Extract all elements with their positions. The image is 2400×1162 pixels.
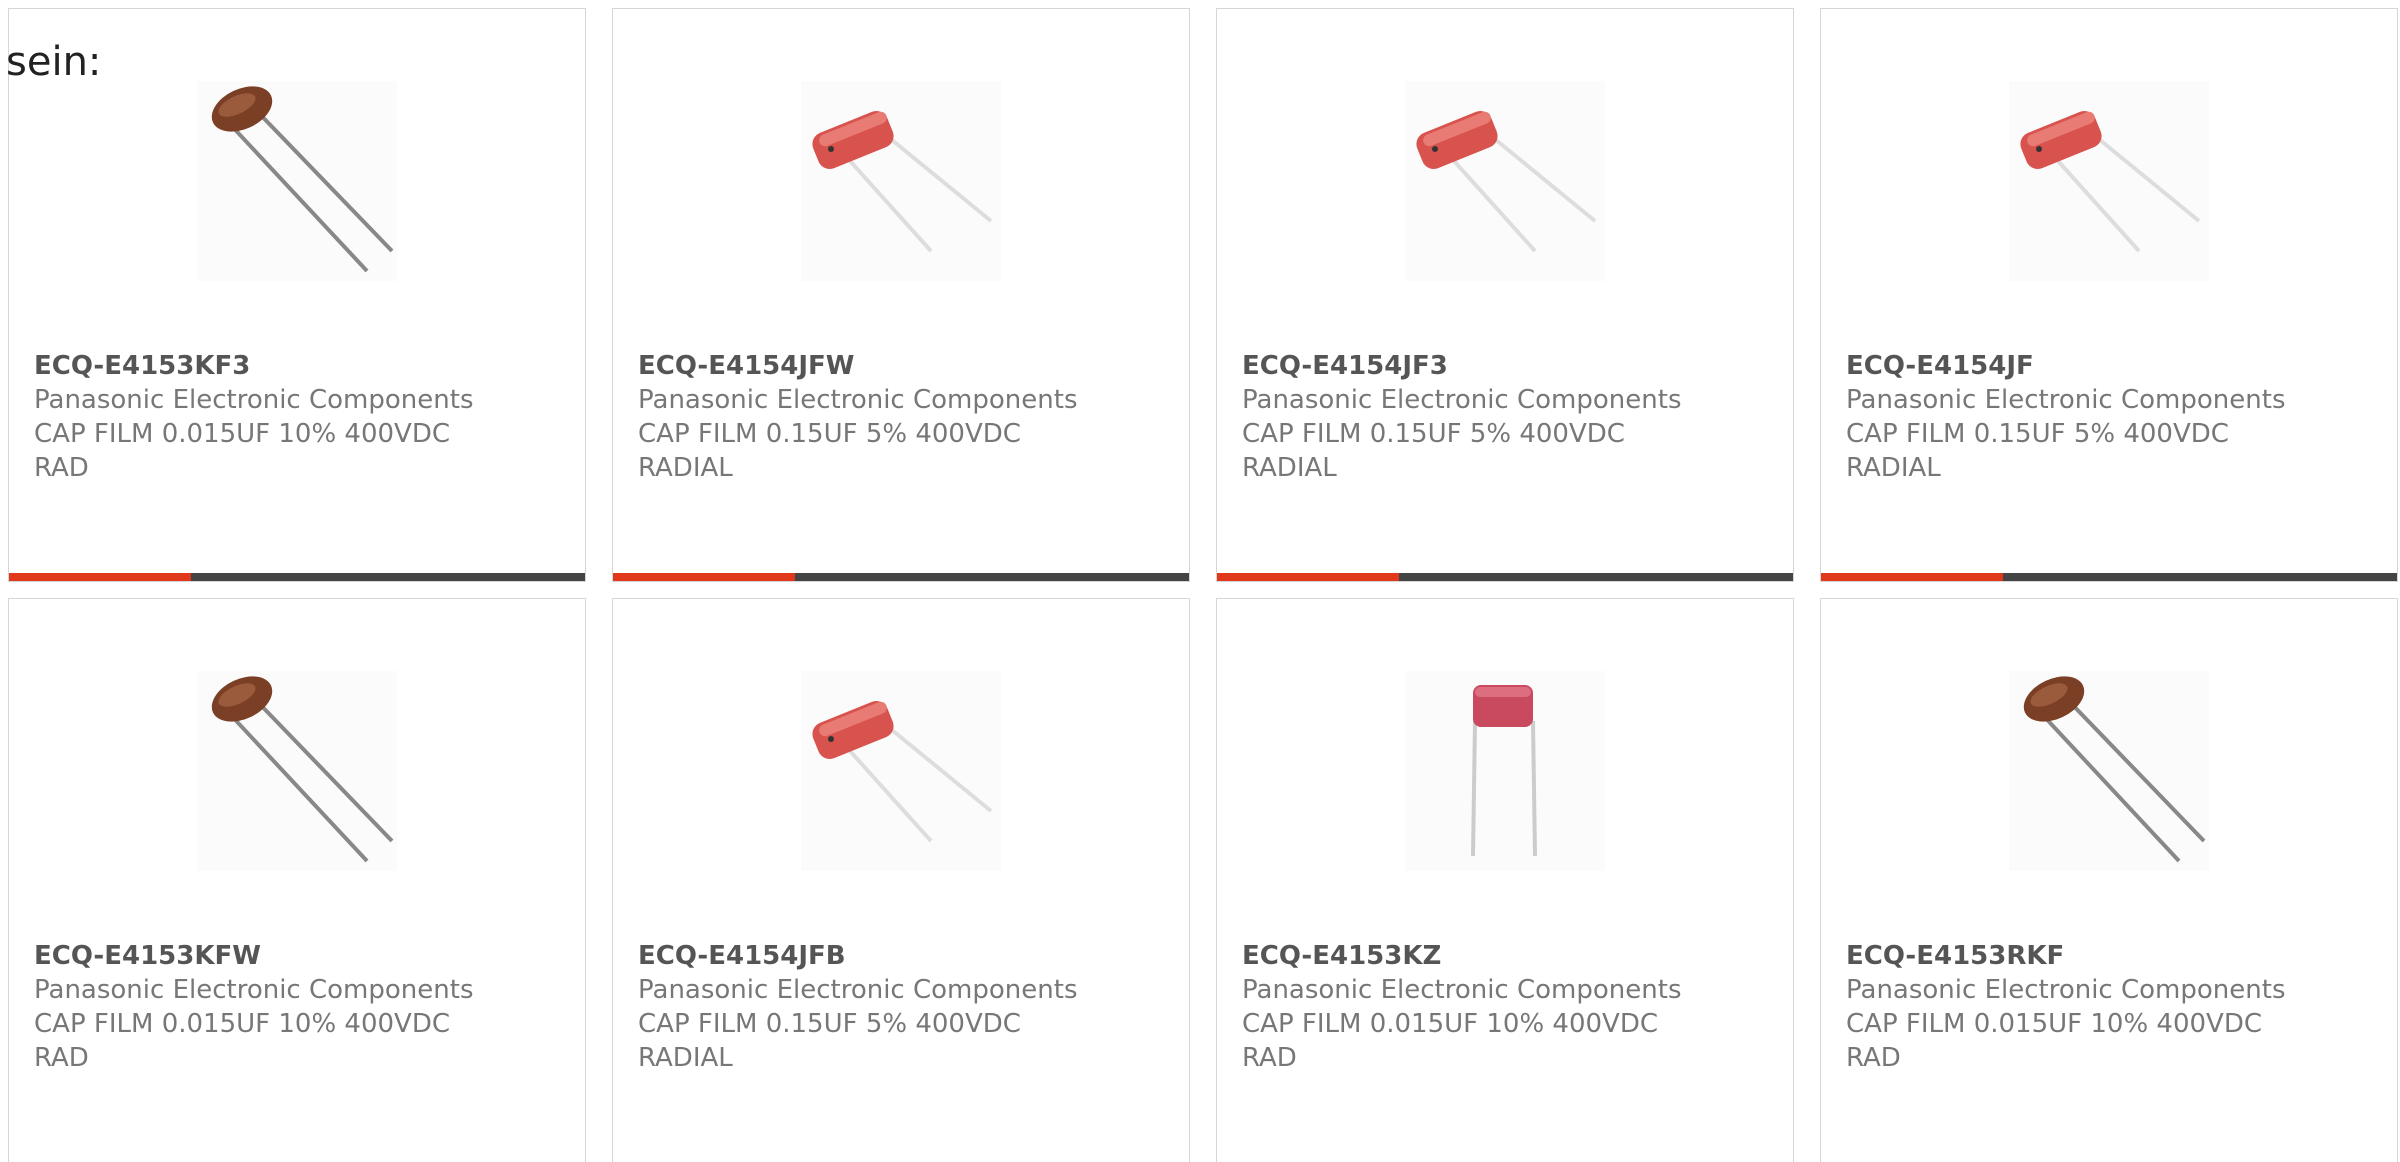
card-bar	[9, 573, 585, 581]
card-bar-accent	[9, 573, 191, 581]
description: CAP FILM 0.015UF 10% 400VDC RAD	[34, 419, 451, 483]
product-image[interactable]	[2009, 81, 2209, 281]
product-image[interactable]	[1405, 81, 1605, 281]
manufacturer: Panasonic Electronic Components	[1242, 975, 1682, 1005]
intro-text: sein:	[6, 39, 102, 85]
part-number-link[interactable]: ECQ-E4154JFW	[638, 349, 1138, 383]
red-film-capacitor-icon	[1405, 81, 1605, 281]
manufacturer: Panasonic Electronic Components	[34, 975, 474, 1005]
manufacturer: Panasonic Electronic Components	[1242, 385, 1682, 415]
product-card[interactable]: ECQ-E4153KFW Panasonic Electronic Compon…	[8, 598, 586, 1162]
part-number-link[interactable]: ECQ-E4153KZ	[1242, 939, 1742, 973]
part-number-link[interactable]: ECQ-E4154JF	[1846, 349, 2346, 383]
red-film-capacitor-icon	[2009, 81, 2209, 281]
brown-film-capacitor-icon	[197, 671, 397, 871]
red-film-capacitor-icon	[801, 671, 1001, 871]
card-bar	[613, 573, 1189, 581]
part-number-link[interactable]: ECQ-E4153KFW	[34, 939, 534, 973]
product-card[interactable]: ECQ-E4154JF3 Panasonic Electronic Compon…	[1216, 8, 1794, 582]
product-image[interactable]	[197, 671, 397, 871]
description: CAP FILM 0.015UF 10% 400VDC RAD	[1242, 1009, 1659, 1073]
product-info: ECQ-E4153KF3 Panasonic Electronic Compon…	[34, 349, 534, 485]
product-info: ECQ-E4154JF3 Panasonic Electronic Compon…	[1242, 349, 1742, 485]
card-bar-accent	[613, 573, 795, 581]
product-card[interactable]: ECQ-E4153RKF Panasonic Electronic Compon…	[1820, 598, 2398, 1162]
brown-film-capacitor-icon	[2009, 671, 2209, 871]
product-card[interactable]: ECQ-E4154JFW Panasonic Electronic Compon…	[612, 8, 1190, 582]
card-bar	[1217, 573, 1793, 581]
part-number-link[interactable]: ECQ-E4154JFB	[638, 939, 1138, 973]
product-image[interactable]	[1405, 671, 1605, 871]
product-grid: ECQ-E4153KF3 Panasonic Electronic Compon…	[8, 8, 2400, 1162]
brown-film-capacitor-icon	[197, 81, 397, 281]
description: CAP FILM 0.15UF 5% 400VDC RADIAL	[1242, 419, 1625, 483]
product-info: ECQ-E4153KZ Panasonic Electronic Compone…	[1242, 939, 1742, 1075]
card-bar	[1821, 573, 2397, 581]
description: CAP FILM 0.15UF 5% 400VDC RADIAL	[638, 1009, 1021, 1073]
manufacturer: Panasonic Electronic Components	[638, 975, 1078, 1005]
product-info: ECQ-E4153KFW Panasonic Electronic Compon…	[34, 939, 534, 1075]
product-info: ECQ-E4154JFW Panasonic Electronic Compon…	[638, 349, 1138, 485]
product-results-page: sein: ECQ-E4153KF3 Panasonic Electronic …	[0, 0, 2400, 1162]
product-info: ECQ-E4153RKF Panasonic Electronic Compon…	[1846, 939, 2346, 1075]
manufacturer: Panasonic Electronic Components	[34, 385, 474, 415]
product-image[interactable]	[197, 81, 397, 281]
manufacturer: Panasonic Electronic Components	[638, 385, 1078, 415]
red-film-capacitor-icon	[801, 81, 1001, 281]
part-number-link[interactable]: ECQ-E4153RKF	[1846, 939, 2346, 973]
product-image[interactable]	[801, 81, 1001, 281]
manufacturer: Panasonic Electronic Components	[1846, 385, 2286, 415]
product-card[interactable]: ECQ-E4154JF Panasonic Electronic Compone…	[1820, 8, 2398, 582]
description: CAP FILM 0.15UF 5% 400VDC RADIAL	[638, 419, 1021, 483]
upright-film-capacitor-icon	[1405, 671, 1605, 871]
product-card[interactable]: ECQ-E4153KZ Panasonic Electronic Compone…	[1216, 598, 1794, 1162]
description: CAP FILM 0.015UF 10% 400VDC RAD	[1846, 1009, 2263, 1073]
part-number-link[interactable]: ECQ-E4153KF3	[34, 349, 534, 383]
card-bar-accent	[1821, 573, 2003, 581]
description: CAP FILM 0.15UF 5% 400VDC RADIAL	[1846, 419, 2229, 483]
manufacturer: Panasonic Electronic Components	[1846, 975, 2286, 1005]
part-number-link[interactable]: ECQ-E4154JF3	[1242, 349, 1742, 383]
product-image[interactable]	[2009, 671, 2209, 871]
product-image[interactable]	[801, 671, 1001, 871]
product-info: ECQ-E4154JF Panasonic Electronic Compone…	[1846, 349, 2346, 485]
product-card[interactable]: ECQ-E4154JFB Panasonic Electronic Compon…	[612, 598, 1190, 1162]
description: CAP FILM 0.015UF 10% 400VDC RAD	[34, 1009, 451, 1073]
product-info: ECQ-E4154JFB Panasonic Electronic Compon…	[638, 939, 1138, 1075]
product-card[interactable]: ECQ-E4153KF3 Panasonic Electronic Compon…	[8, 8, 586, 582]
card-bar-accent	[1217, 573, 1399, 581]
